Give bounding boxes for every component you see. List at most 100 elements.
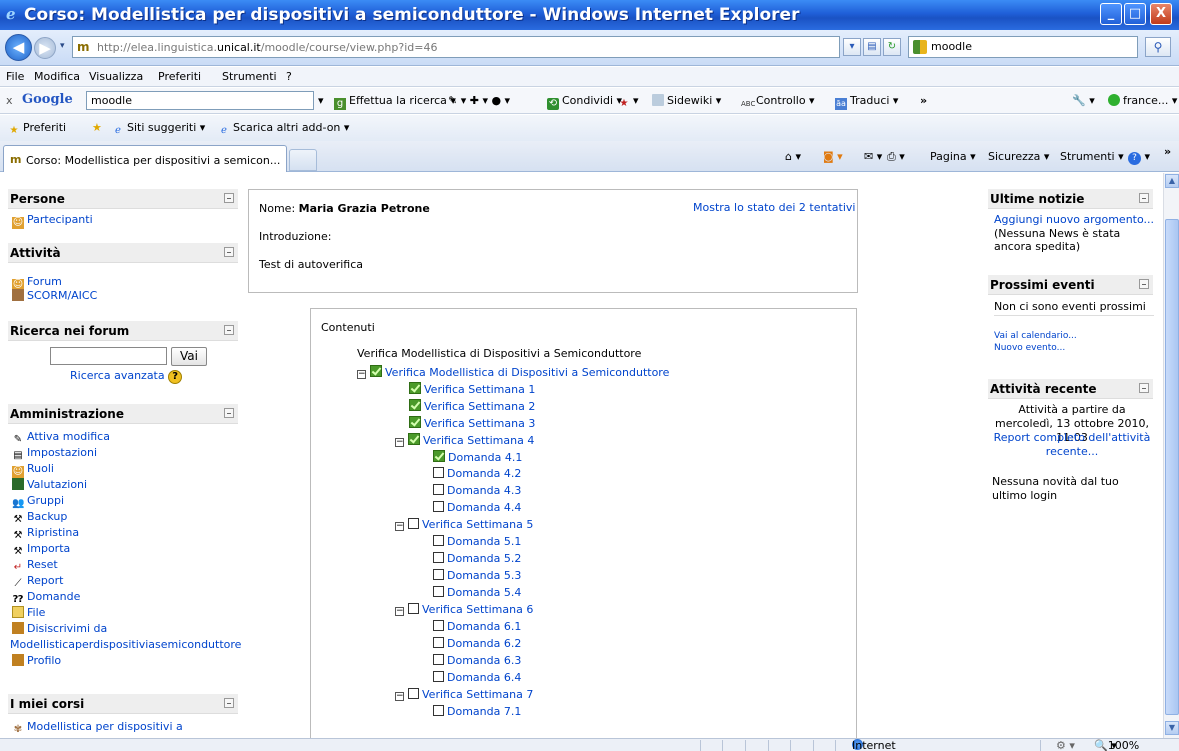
commands-more[interactable]: » [1164, 145, 1171, 158]
tree-item-label[interactable]: Verifica Settimana 2 [424, 400, 535, 413]
zoom-level[interactable]: 🔍 100% ▾ [1094, 739, 1139, 751]
tree-section-item[interactable]: − Verifica Settimana 7 [395, 688, 533, 701]
tree-section-item[interactable]: Verifica Settimana 1 [409, 382, 535, 396]
forum-search-button[interactable]: Vai [171, 347, 207, 366]
print-button[interactable]: ⎙ ▾ [887, 150, 905, 164]
tools-menu[interactable]: Strumenti ▾ [1060, 150, 1124, 163]
admin-ruoli[interactable]: ☺ Ruoli [12, 462, 54, 478]
tree-question-item[interactable]: Domanda 6.4 [433, 671, 521, 684]
admin-impostazioni[interactable]: ▤ Impostazioni [12, 446, 97, 462]
tree-question-item[interactable]: Domanda 7.1 [433, 705, 521, 718]
tree-section-item[interactable]: Verifica Settimana 3 [409, 416, 535, 430]
admin-disiscrivimi[interactable]: Disiscrivimi da [12, 622, 107, 635]
tree-item-label[interactable]: Domanda 5.3 [447, 569, 521, 582]
collapse-toggle-icon[interactable]: − [395, 438, 404, 447]
tree-section-item[interactable]: − Verifica Settimana 6 [395, 603, 533, 616]
collapse-icon[interactable] [224, 408, 234, 418]
tree-item-label[interactable]: Domanda 5.4 [447, 586, 521, 599]
menu-help[interactable]: ? [286, 70, 292, 83]
tree-section-item[interactable]: − Verifica Settimana 4 [395, 433, 534, 447]
history-dropdown-icon[interactable]: ▾ [60, 41, 65, 51]
tree-item-label[interactable]: Domanda 4.3 [447, 484, 521, 497]
collapse-icon[interactable] [224, 247, 234, 257]
admin-ripristina[interactable]: ⚒ Ripristina [12, 526, 80, 542]
help-button[interactable]: ? ▾ [1128, 150, 1150, 165]
tree-item-label[interactable]: Domanda 6.2 [447, 637, 521, 650]
tree-question-item[interactable]: Domanda 6.3 [433, 654, 521, 667]
admin-gruppi[interactable]: 👥 Gruppi [12, 494, 64, 510]
help-icon[interactable]: ? [168, 370, 183, 384]
tree-item-label[interactable]: Verifica Settimana 7 [422, 688, 533, 701]
scroll-down-icon[interactable]: ▼ [1165, 721, 1179, 735]
protected-mode-icon[interactable]: ⚙ ▾ [1056, 739, 1075, 751]
tree-section-item[interactable]: Verifica Settimana 2 [409, 399, 535, 413]
full-report-link[interactable]: Report completo dell'attività recente... [992, 431, 1152, 459]
collapse-toggle-icon[interactable]: − [395, 692, 404, 701]
tree-question-item[interactable]: Domanda 5.2 [433, 552, 521, 565]
google-search-dropdown[interactable]: ▾ [318, 94, 324, 107]
bookmarks-button[interactable]: ★ ▾ [618, 94, 639, 110]
tree-item-label[interactable]: Verifica Modellistica di Dispositivi a S… [385, 366, 669, 379]
calendar-link[interactable]: Vai al calendario... [994, 331, 1077, 341]
home-button[interactable]: ⌂ ▾ [785, 150, 801, 163]
tree-question-item[interactable]: Domanda 5.3 [433, 569, 521, 582]
tree-section-item[interactable]: − Verifica Modellistica di Dispositivi a … [357, 365, 669, 379]
admin-backup[interactable]: ⚒ Backup [12, 510, 68, 526]
more-addons-button[interactable]: ℯ Scarica altri add-on ▾ [218, 121, 349, 137]
translate-button[interactable]: āa Traduci ▾ [835, 94, 898, 110]
scroll-up-icon[interactable]: ▲ [1165, 174, 1179, 188]
collapse-toggle-icon[interactable]: − [395, 522, 404, 531]
favorites-button[interactable]: ★ Preferiti [8, 121, 67, 137]
minimize-button[interactable]: _ [1100, 3, 1122, 25]
ie-search-field[interactable]: moodle [908, 36, 1138, 58]
tree-item-label[interactable]: Verifica Settimana 3 [424, 417, 535, 430]
menu-modifica[interactable]: Modifica [34, 70, 80, 83]
admin-file[interactable]: File [12, 606, 45, 619]
menu-visualizza[interactable]: Visualizza [89, 70, 143, 83]
tree-item-label[interactable]: Domanda 5.2 [447, 552, 521, 565]
attempts-link[interactable]: Mostra lo stato dei 2 tentativi [693, 201, 855, 214]
wrench-icon[interactable]: 🔧 ▾ [1072, 94, 1095, 107]
google-search-input[interactable]: moodle [86, 91, 314, 110]
add-favorite-icon[interactable]: ★ [92, 121, 102, 134]
google-logo[interactable]: Google [22, 92, 73, 107]
link-scorm[interactable]: SCORM/AICC [12, 289, 97, 302]
address-dropdown-button[interactable]: ▾ [843, 38, 861, 56]
tree-question-item[interactable]: Domanda 5.1 [433, 535, 521, 548]
compat-view-icon[interactable]: ▤ [863, 38, 881, 56]
vertical-scrollbar[interactable]: ▲ ▼ [1163, 173, 1179, 738]
tree-item-label[interactable]: Verifica Settimana 1 [424, 383, 535, 396]
tree-item-label[interactable]: Domanda 6.3 [447, 654, 521, 667]
mail-button[interactable]: ✉ ▾ [864, 150, 882, 163]
sidewiki-button[interactable]: Sidewiki ▾ [652, 94, 721, 107]
share-button[interactable]: ⟲ Condividi ▾ [547, 94, 622, 110]
collapse-toggle-icon[interactable]: − [357, 370, 366, 379]
tree-section-item[interactable]: − Verifica Settimana 5 [395, 518, 533, 531]
collapse-icon[interactable] [1139, 383, 1149, 393]
admin-valutazioni[interactable]: Valutazioni [12, 478, 87, 491]
collapse-icon[interactable] [1139, 279, 1149, 289]
collapse-icon[interactable] [1139, 193, 1149, 203]
tree-item-label[interactable]: Domanda 4.1 [448, 451, 522, 464]
new-tab-button[interactable] [289, 149, 317, 171]
tree-item-label[interactable]: Domanda 6.1 [447, 620, 521, 633]
tree-question-item[interactable]: Domanda 6.2 [433, 637, 521, 650]
page-menu[interactable]: Pagina ▾ [930, 150, 976, 163]
tree-item-label[interactable]: Verifica Settimana 6 [422, 603, 533, 616]
admin-disiscrivimi-course[interactable]: Modellisticaperdispositiviasemiconduttor… [10, 638, 241, 651]
tree-item-label[interactable]: Verifica Settimana 5 [422, 518, 533, 531]
tree-item-label[interactable]: Domanda 5.1 [447, 535, 521, 548]
admin-profilo[interactable]: Profilo [12, 654, 61, 667]
tree-item-label[interactable]: Domanda 4.4 [447, 501, 521, 514]
scroll-thumb[interactable] [1165, 219, 1179, 715]
new-event-link[interactable]: Nuovo evento... [994, 343, 1065, 353]
close-button[interactable]: X [1150, 3, 1172, 25]
close-toolbar-icon[interactable]: x [6, 94, 13, 107]
tree-item-label[interactable]: Verifica Settimana 4 [423, 434, 534, 447]
admin-report[interactable]: ⟋ Report [12, 574, 64, 590]
google-account-button[interactable]: france... ▾ [1108, 94, 1177, 107]
tree-question-item[interactable]: Domanda 4.3 [433, 484, 521, 497]
menu-strumenti[interactable]: Strumenti [222, 70, 277, 83]
tree-item-label[interactable]: Domanda 4.2 [447, 467, 521, 480]
tree-question-item[interactable]: Domanda 4.1 [433, 450, 522, 464]
